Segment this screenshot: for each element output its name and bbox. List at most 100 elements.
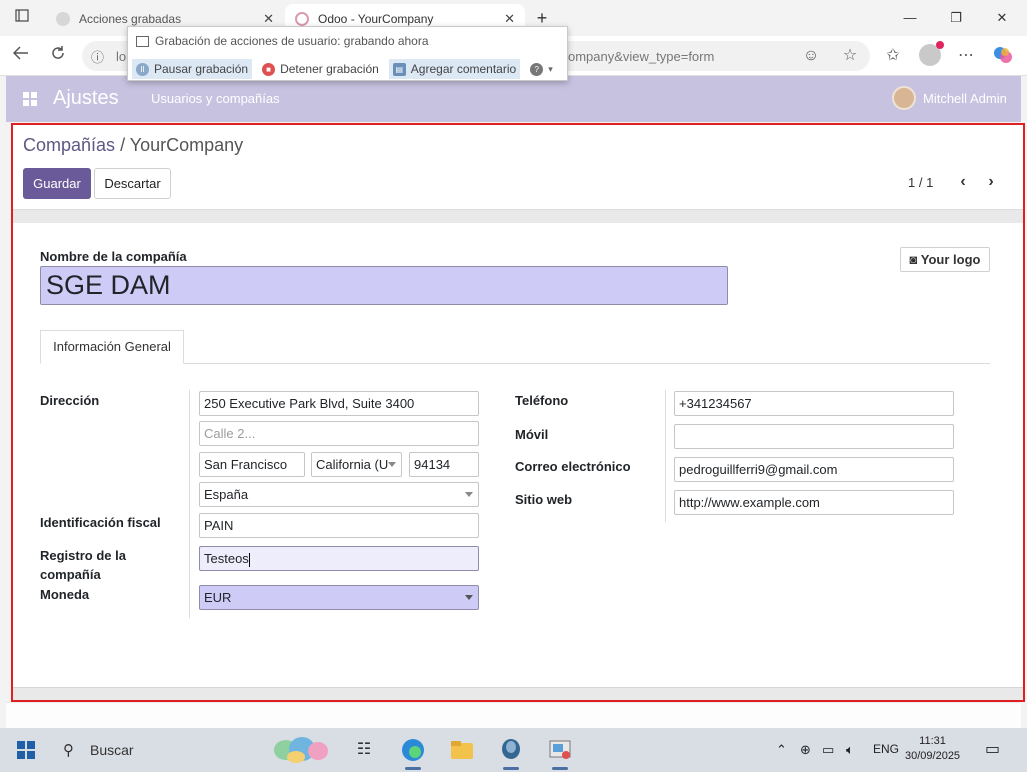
tab-title: Odoo - YourCompany [318, 12, 434, 26]
profile-avatar[interactable] [919, 41, 944, 66]
company-name-input[interactable]: SGE DAM [40, 266, 728, 305]
taskbar-search[interactable]: ⚲ Buscar [50, 732, 338, 768]
breadcrumb-current: YourCompany [129, 135, 244, 155]
currency-label: Moneda [40, 587, 90, 602]
chevron-down-icon [465, 595, 473, 600]
windows-taskbar: ⚲ Buscar ☷ ⌃ ⊕ ▭ 🔈︎ ENG 11:31 30/09/2025… [0, 728, 1027, 772]
stop-label: Detener grabación [280, 62, 379, 76]
task-view-icon[interactable]: ☷ [350, 736, 378, 764]
country-select[interactable]: España [199, 482, 479, 507]
help-icon: ? [530, 62, 544, 76]
menu-users-companies[interactable]: Usuarios y compañías [151, 91, 280, 106]
your-logo-button[interactable]: ◙ Your logo [900, 247, 990, 272]
pause-label: Pausar grabación [154, 62, 249, 76]
new-tab-button[interactable]: + [530, 8, 554, 28]
window-icon [136, 35, 149, 47]
app-name[interactable]: Ajustes [53, 87, 119, 110]
tab-title: Acciones grabadas [79, 12, 182, 26]
email-label: Correo electrónico [515, 459, 631, 474]
minimize-button[interactable]: — [898, 8, 922, 28]
country-value: España [204, 487, 249, 502]
info-icon[interactable]: ⓘ [91, 47, 104, 66]
pause-recording-button[interactable]: II Pausar grabación [132, 59, 253, 79]
phone-field[interactable]: +341234567 [674, 391, 954, 416]
notifications-icon[interactable]: ▭ [985, 739, 1000, 759]
email-field[interactable]: pedroguillferri9@gmail.com [674, 457, 954, 482]
website-field[interactable]: http://www.example.com [674, 490, 954, 515]
favorite-star-icon[interactable]: ☆ [839, 45, 861, 67]
street2-field[interactable]: Calle 2... [199, 421, 479, 446]
odoo-favicon-icon [295, 12, 309, 26]
page-bottom-strip [6, 702, 1021, 728]
currency-value: EUR [204, 590, 232, 605]
chevron-up-icon[interactable]: ⌃ [776, 742, 787, 758]
save-button[interactable]: Guardar [23, 168, 91, 199]
steps-recorder-app-icon[interactable] [546, 736, 574, 770]
city-field[interactable]: San Francisco [199, 452, 305, 477]
recording-toolbar: Grabación de acciones de usuario: graban… [127, 26, 568, 81]
company-name-label: Nombre de la compañía [40, 249, 187, 264]
company-form-panel: Compañías / YourCompany Guardar Descarta… [11, 123, 1025, 702]
user-avatar[interactable] [892, 86, 916, 110]
recording-status-text: Grabación de acciones de usuario: graban… [155, 34, 429, 48]
language-indicator[interactable]: ENG [873, 742, 899, 756]
camera-icon: ◙ [909, 252, 921, 267]
restore-button[interactable]: ❐ [944, 8, 968, 28]
edge-app-icon[interactable] [399, 736, 427, 770]
apps-menu-icon[interactable] [23, 92, 37, 106]
mobile-field[interactable] [674, 424, 954, 449]
add-comment-button[interactable]: ▤ Agregar comentario [388, 59, 521, 79]
address-text-tail: ompany&view_type=form [568, 49, 715, 64]
zip-field[interactable]: 94134 [409, 452, 479, 477]
volume-icon[interactable]: 🔈︎ [846, 742, 854, 758]
network-icon[interactable]: ▭ [822, 742, 834, 758]
favorites-icon[interactable]: ✩ [882, 45, 904, 67]
breadcrumb-separator: / [115, 135, 130, 155]
window-close-button[interactable]: ✕ [990, 8, 1014, 28]
close-tab-icon[interactable]: ✕ [504, 11, 515, 27]
vat-field[interactable]: PAIN [199, 513, 479, 538]
state-select[interactable]: California (U [311, 452, 402, 477]
sheet-top-band [13, 209, 1023, 223]
comment-icon: ▤ [392, 62, 406, 76]
pause-icon: II [136, 62, 149, 76]
search-placeholder: Buscar [90, 742, 134, 758]
tab-general-information[interactable]: Información General [40, 330, 184, 364]
clock-time: 11:31 [919, 735, 946, 747]
more-options-icon[interactable]: ⋯ [955, 45, 977, 67]
windows-start-icon[interactable] [17, 741, 35, 759]
odoo-navbar: Ajustes Usuarios y compañías Mitchell Ad… [6, 76, 1021, 122]
back-arrow-icon[interactable] [10, 45, 32, 67]
user-name[interactable]: Mitchell Admin [923, 91, 1007, 106]
breadcrumb-companies-link[interactable]: Compañías [23, 135, 115, 155]
pgadmin-app-icon[interactable] [497, 736, 525, 770]
phone-label: Teléfono [515, 393, 569, 408]
pager-value[interactable]: 1 / 1 [908, 175, 933, 190]
onedrive-icon[interactable]: ⊕ [800, 742, 811, 758]
file-explorer-icon[interactable] [448, 736, 476, 764]
copilot-icon[interactable] [992, 45, 1014, 67]
address-label: Dirección [40, 393, 100, 408]
breadcrumb: Compañías / YourCompany [23, 135, 243, 156]
discard-button[interactable]: Descartar [94, 168, 171, 199]
search-icon: ⚲ [63, 742, 74, 759]
pager-previous-button[interactable]: ‹ [955, 172, 971, 192]
reload-icon[interactable] [47, 45, 69, 67]
clock[interactable]: 11:31 30/09/2025 [905, 734, 960, 764]
comment-label: Agregar comentario [410, 62, 517, 76]
stop-recording-button[interactable]: ■ Detener grabación [258, 59, 383, 79]
street-field[interactable]: 250 Executive Park Blvd, Suite 3400 [199, 391, 479, 416]
address-text: lo [116, 49, 127, 64]
pager-next-button[interactable]: › [983, 172, 999, 192]
left-column-divider [189, 390, 190, 618]
currency-select[interactable]: EUR [199, 585, 479, 610]
mobile-label: Móvil [515, 427, 549, 442]
company-registry-field[interactable]: Testeos [199, 546, 479, 571]
your-logo-label: Your logo [920, 252, 981, 267]
help-button[interactable]: ? ▾ [526, 59, 557, 79]
clock-date: 30/09/2025 [905, 750, 961, 762]
reader-icon[interactable]: ☺ [800, 45, 822, 67]
tab-actions-icon[interactable] [10, 8, 34, 28]
stop-icon: ■ [262, 62, 276, 76]
close-tab-icon[interactable]: ✕ [263, 11, 274, 27]
